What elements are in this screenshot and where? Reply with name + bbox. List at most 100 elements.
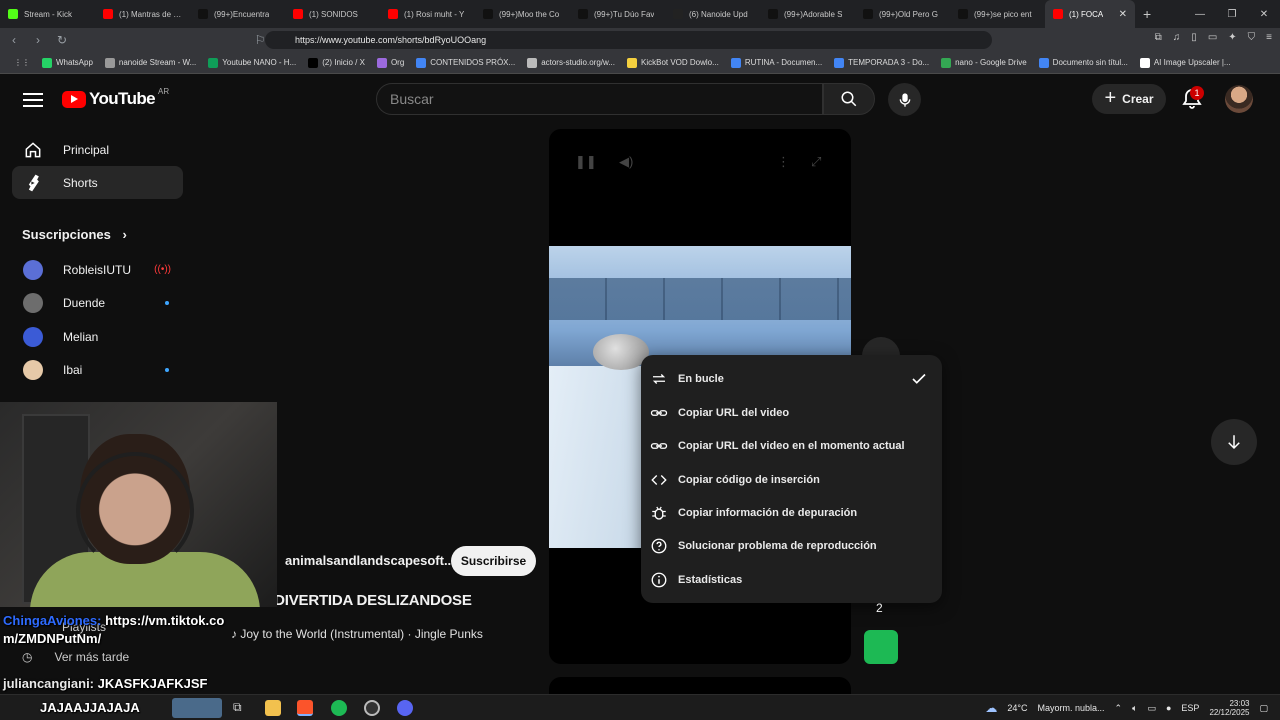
bookmark-item[interactable]: actors-studio.org/w...: [521, 57, 621, 68]
forward-icon[interactable]: ›: [28, 30, 48, 50]
url-field[interactable]: https://www.youtube.com/shorts/bdRyoUOOa…: [265, 31, 992, 49]
more-options-icon[interactable]: ⋮: [777, 154, 790, 170]
bug-icon: [652, 506, 666, 520]
subscriptions-header[interactable]: Suscripciones ›: [22, 227, 127, 242]
shield-icon[interactable]: ⛉: [1248, 32, 1256, 43]
sound-thumbnail[interactable]: [864, 630, 898, 664]
minimize-icon[interactable]: —: [1184, 0, 1216, 28]
maximize-icon[interactable]: ❐: [1216, 0, 1248, 28]
obs-icon[interactable]: [364, 700, 380, 716]
bookmark-item[interactable]: AI Image Upscaler |...: [1134, 57, 1237, 68]
language-indicator[interactable]: ESP: [1181, 703, 1199, 713]
new-tab-button[interactable]: +: [1135, 6, 1159, 22]
subscription-item[interactable]: Ibai: [12, 353, 183, 386]
volume-icon[interactable]: ◀): [619, 154, 633, 170]
speaker-icon[interactable]: 🔈︎: [1132, 703, 1137, 714]
browser-tab[interactable]: (99+)Encuentra: [190, 0, 285, 28]
bookmark-favicon-icon: [308, 57, 319, 68]
discord-icon[interactable]: [397, 700, 413, 716]
extensions-icon[interactable]: ⧉: [1155, 32, 1162, 43]
check-icon: [912, 373, 926, 384]
search-button[interactable]: [823, 83, 875, 115]
task-view-icon[interactable]: ⧉: [233, 700, 242, 715]
bookmark-item[interactable]: CONTENIDOS PRÓX...: [410, 57, 521, 68]
notifications-tray-icon[interactable]: ▢: [1259, 703, 1268, 714]
bookmark-label: actors-studio.org/w...: [541, 58, 615, 67]
browser-tab[interactable]: Stream - Kick: [0, 0, 95, 28]
next-short-button[interactable]: [1211, 419, 1257, 465]
mic-tray-icon[interactable]: ●: [1166, 703, 1171, 713]
menu-item-copy-url[interactable]: Copiar URL del video: [641, 396, 942, 430]
apps-grid-icon[interactable]: ⋮⋮: [8, 58, 36, 67]
weather-temp[interactable]: 24°C: [1007, 703, 1027, 713]
browser-tab[interactable]: (1) Rosi muht - Y: [380, 0, 475, 28]
bookmark-item[interactable]: Youtube NANO - H...: [202, 57, 302, 68]
taskbar-thumbnail[interactable]: [172, 698, 222, 718]
subscribe-button[interactable]: Suscribirse: [451, 546, 536, 576]
bookmark-favicon-icon: [208, 57, 219, 68]
browser-tab[interactable]: (99+)Adorable S: [760, 0, 855, 28]
close-tab-icon[interactable]: ✕: [1119, 9, 1127, 20]
reload-icon[interactable]: ↻: [52, 30, 72, 50]
bookmark-item[interactable]: (2) Inicio / X: [302, 57, 371, 68]
system-tray: ☁ 24°C Mayorm. nubla... ⌃ 🔈︎ ▭ ● ESP 23:…: [985, 699, 1268, 717]
microphone-icon: [899, 92, 910, 107]
sidebar-item-principal[interactable]: Principal: [12, 133, 183, 166]
browser-tab[interactable]: (99+)Tu Dúo Fav: [570, 0, 665, 28]
browser-tab[interactable]: (1) Mantras de L...: [95, 0, 190, 28]
channel-name[interactable]: animalsandlandscapesoft...: [285, 553, 455, 568]
browser-tab[interactable]: (99+)se pico ent: [950, 0, 1045, 28]
chat-user: ChingaAviones:: [3, 613, 102, 628]
fullscreen-icon[interactable]: ⤢: [811, 154, 821, 170]
watch-later-item[interactable]: ◷ Ver más tarde: [22, 650, 129, 664]
sidebar-icon[interactable]: ▯: [1191, 32, 1197, 43]
chat-text: https://vm.tiktok.co: [105, 613, 225, 628]
channel-avatar: [23, 359, 43, 380]
sidebar-item-shorts[interactable]: Shorts: [12, 166, 183, 199]
account-avatar[interactable]: [1225, 85, 1253, 113]
subscription-item[interactable]: Duende: [12, 286, 183, 319]
browser-tab[interactable]: (99+)Old Pero G: [855, 0, 950, 28]
menu-item-copy-embed[interactable]: Copiar código de inserción: [641, 463, 942, 497]
menu-item-stats[interactable]: Estadísticas: [641, 563, 942, 597]
subscription-item[interactable]: Melian: [12, 320, 183, 353]
tab-active[interactable]: (1) FOCA ✕: [1045, 0, 1135, 28]
bookmark-item[interactable]: TEMPORADA 3 - Do...: [828, 57, 935, 68]
back-icon[interactable]: ‹: [4, 30, 24, 50]
menu-item-copy-debug[interactable]: Copiar información de depuración: [641, 496, 942, 530]
bookmark-item[interactable]: KickBot VOD Dowlo...: [621, 57, 725, 68]
close-window-icon[interactable]: ✕: [1248, 0, 1280, 28]
youtube-logo[interactable]: YouTube AR: [62, 87, 169, 109]
pause-icon[interactable]: ❚❚: [575, 154, 597, 170]
ai-icon[interactable]: ✦: [1228, 32, 1236, 43]
voice-search-button[interactable]: [888, 83, 921, 116]
bookmark-item[interactable]: RUTINA - Documen...: [725, 57, 828, 68]
search-input[interactable]: Buscar: [376, 83, 823, 115]
menu-item-copy-url-time[interactable]: Copiar URL del video en el momento actua…: [641, 429, 942, 463]
browser-tab[interactable]: (6) Nanoide Upd: [665, 0, 760, 28]
channel-avatar: [23, 326, 43, 347]
bookmark-item[interactable]: Documento sin títul...: [1033, 57, 1134, 68]
hamburger-menu-icon[interactable]: [22, 89, 44, 111]
brave-browser-icon[interactable]: [297, 700, 313, 716]
network-icon[interactable]: ▭: [1147, 703, 1156, 714]
music-icon[interactable]: ♫: [1173, 32, 1181, 43]
chevron-up-icon[interactable]: ⌃: [1115, 703, 1123, 714]
wallet-icon[interactable]: ▭: [1208, 32, 1217, 43]
bookmark-item[interactable]: nano - Google Drive: [935, 57, 1033, 68]
menu-item-loop[interactable]: En bucle: [641, 362, 942, 396]
create-button[interactable]: + Crear: [1092, 84, 1166, 114]
menu-item-troubleshoot[interactable]: Solucionar problema de reproducción: [641, 529, 942, 563]
music-credit[interactable]: ♪ Joy to the World (Instrumental) · Jing…: [231, 627, 483, 641]
spotify-icon[interactable]: [331, 700, 347, 716]
bookmark-item[interactable]: WhatsApp: [36, 57, 99, 68]
bookmark-favicon-icon: [1139, 57, 1150, 68]
bookmark-item[interactable]: nanoide Stream - W...: [99, 57, 202, 68]
menu-icon[interactable]: ≡: [1266, 32, 1272, 43]
clock[interactable]: 23:03 22/12/2025: [1209, 699, 1249, 717]
subscription-item[interactable]: RobleisIUTU ((•)): [12, 253, 183, 286]
browser-tab[interactable]: (99+)Moo the Co: [475, 0, 570, 28]
file-explorer-icon[interactable]: [265, 700, 281, 716]
bookmark-item[interactable]: Org: [371, 57, 410, 68]
browser-tab[interactable]: (1) SONIDOS: [285, 0, 380, 28]
